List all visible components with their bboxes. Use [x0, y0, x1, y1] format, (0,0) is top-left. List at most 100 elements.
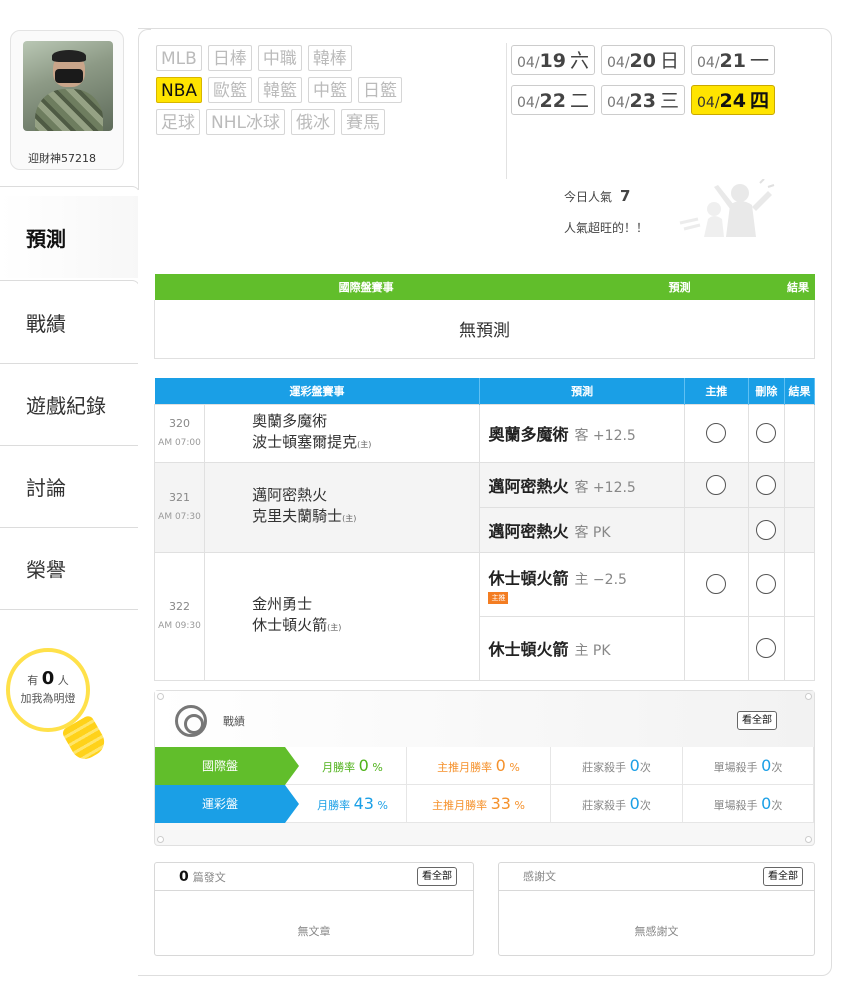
league-button[interactable]: 日棒	[207, 45, 252, 71]
delete-cell	[747, 403, 785, 463]
sport-header-match: 運彩盤賽事	[154, 378, 481, 404]
date-button[interactable]: 04/23 三	[601, 85, 685, 115]
league-button[interactable]: 中職	[257, 45, 302, 71]
delete-cell	[747, 551, 785, 617]
pick-cell: 奧蘭多魔術客 +12.5	[479, 403, 685, 463]
sport-header-main: 主推	[684, 378, 749, 404]
date-month: 04/	[517, 55, 540, 71]
game-teams-cell: 邁阿密熱火 克里夫蘭騎士(主)	[204, 461, 481, 553]
league-button[interactable]: NHL冰球	[206, 109, 285, 135]
main-pick-radio[interactable]	[706, 574, 727, 594]
result-cell	[783, 461, 816, 508]
pick-line: 主 −2.5	[574, 571, 627, 588]
fans-label: 加我為明燈	[20, 692, 76, 705]
delete-radio[interactable]	[756, 519, 777, 540]
league-button[interactable]: MLB	[156, 45, 202, 71]
main-pick-cell	[683, 506, 749, 553]
pick-team: 邁阿密熱火	[488, 521, 569, 541]
date-weekday: 六	[569, 50, 589, 72]
date-row: 04/22 二 04/23 三 04/24 四	[511, 85, 827, 115]
main-pick-radio[interactable]	[706, 423, 727, 443]
league-button[interactable]: NBA	[156, 77, 203, 103]
single-game-killer-label: 單場殺手	[713, 799, 758, 812]
avatar[interactable]	[23, 41, 113, 131]
profile-card	[10, 30, 124, 170]
record-title: 戰績	[223, 715, 245, 728]
nav-honor[interactable]: 榮譽	[0, 528, 140, 610]
intl-header-pick: 預測	[577, 274, 782, 300]
intl-header-match: 國際盤賽事	[154, 274, 578, 300]
nav-prediction[interactable]: 預測	[0, 196, 140, 278]
pick-team: 休士頓火箭	[488, 640, 569, 659]
nav-record[interactable]: 戰績	[0, 282, 140, 364]
delete-cell	[747, 615, 785, 681]
main-pick-win-rate: 主推月勝率 0 %	[407, 747, 551, 785]
pick-line: 客 +12.5	[574, 428, 636, 444]
fans-count: 有 0 人	[27, 668, 69, 689]
delete-radio[interactable]	[756, 574, 777, 594]
game-number-cell: 320 AM 07:00	[153, 403, 206, 463]
home-team-name: 休士頓火箭	[252, 616, 328, 634]
league-button[interactable]: 韓籃	[258, 77, 303, 103]
sport-header-result: 結果	[784, 378, 816, 404]
date-selector: 04/19 六 04/20 日 04/21 一 04/22 二 04/23 三 04/24 四	[511, 45, 827, 125]
date-button[interactable]: 04/21 一	[691, 45, 775, 75]
league-button[interactable]: 中籃	[308, 77, 353, 103]
result-cell	[783, 551, 816, 617]
delete-radio[interactable]	[756, 423, 777, 443]
date-month: 04/	[697, 95, 720, 111]
league-button[interactable]: 賽馬	[340, 109, 385, 135]
record-row: 運彩盤 月勝率 43 % 主推月勝率 33 % 莊家殺手 0次 單場殺手 0次	[155, 785, 814, 823]
league-button[interactable]: 俄冰	[290, 109, 335, 135]
posts-see-all-button[interactable]: 看全部	[417, 867, 457, 886]
month-win-rate-unit: %	[372, 761, 383, 774]
pick-line: 客 +12.5	[574, 479, 636, 496]
nav-discussion[interactable]: 討論	[0, 446, 140, 528]
date-button[interactable]: 04/20 日	[601, 45, 685, 75]
delete-cell	[747, 506, 785, 553]
thanks-empty: 無感謝文	[634, 925, 679, 938]
main-pick-badge: 主推	[488, 591, 509, 604]
record-row-label: 運彩盤	[155, 785, 299, 823]
pick-team: 邁阿密熱火	[488, 476, 569, 496]
banker-killer-label: 莊家殺手	[582, 799, 627, 812]
date-button[interactable]: 04/24 四	[691, 85, 775, 115]
banker-killer-unit: 次	[639, 799, 651, 812]
main-pick-win-rate-label: 主推月勝率	[432, 799, 488, 812]
delete-radio[interactable]	[756, 638, 777, 658]
main-pick-cell	[683, 551, 749, 617]
posts-empty: 無文章	[297, 925, 331, 938]
league-button[interactable]: 韓棒	[307, 45, 352, 71]
result-cell	[783, 506, 816, 553]
pick-cell: 邁阿密熱火客 +12.5	[479, 461, 685, 508]
username[interactable]: 迎財神57218	[0, 150, 124, 166]
banker-killer-value: 0	[629, 756, 640, 775]
pick-cell: 邁阿密熱火客 PK	[479, 506, 685, 553]
single-game-killer-value: 0	[761, 794, 772, 813]
date-weekday: 一	[749, 50, 769, 72]
date-weekday: 四	[749, 90, 769, 112]
intl-empty-message: 無預測	[154, 300, 815, 359]
main-pick-win-rate: 主推月勝率 33 %	[407, 785, 551, 823]
main-pick-win-rate-label: 主推月勝率	[437, 761, 493, 774]
record-see-all-button[interactable]: 看全部	[737, 711, 777, 730]
date-button[interactable]: 04/19 六	[511, 45, 595, 75]
sport-prediction-table: 運彩盤賽事 預測 主推 刪除 結果 320 AM 07:00 奧蘭多魔術 波士頓塞爾提…	[153, 378, 816, 681]
home-mark: (主)	[342, 514, 357, 523]
game-number-cell: 321 AM 07:30	[153, 461, 206, 553]
table-row: 320 AM 07:00 奧蘭多魔術 波士頓塞爾提克(主) 奧蘭多魔術客 +12.5	[153, 403, 816, 463]
thanks-see-all-button[interactable]: 看全部	[763, 867, 803, 886]
main-pick-radio[interactable]	[706, 474, 727, 495]
thanks-box: 感謝文 看全部 無感謝文	[498, 862, 815, 956]
date-month: 04/	[607, 55, 630, 71]
league-button[interactable]: 歐籃	[208, 77, 253, 103]
banker-killer-label: 莊家殺手	[582, 761, 627, 774]
date-button[interactable]: 04/22 二	[511, 85, 595, 115]
league-selector: MLB 日棒 中職 韓棒 NBA 歐籃 韓籃 中籃 日籃足球 NHL冰球 俄冰 賽馬	[156, 45, 476, 141]
delete-radio[interactable]	[756, 474, 777, 495]
nav-game-log[interactable]: 遊戲紀錄	[0, 364, 140, 446]
league-button[interactable]: 足球	[156, 109, 200, 135]
league-button[interactable]: 日籃	[358, 77, 403, 103]
single-game-killer: 單場殺手 0次	[683, 785, 814, 823]
intl-header-result: 結果	[781, 274, 815, 300]
